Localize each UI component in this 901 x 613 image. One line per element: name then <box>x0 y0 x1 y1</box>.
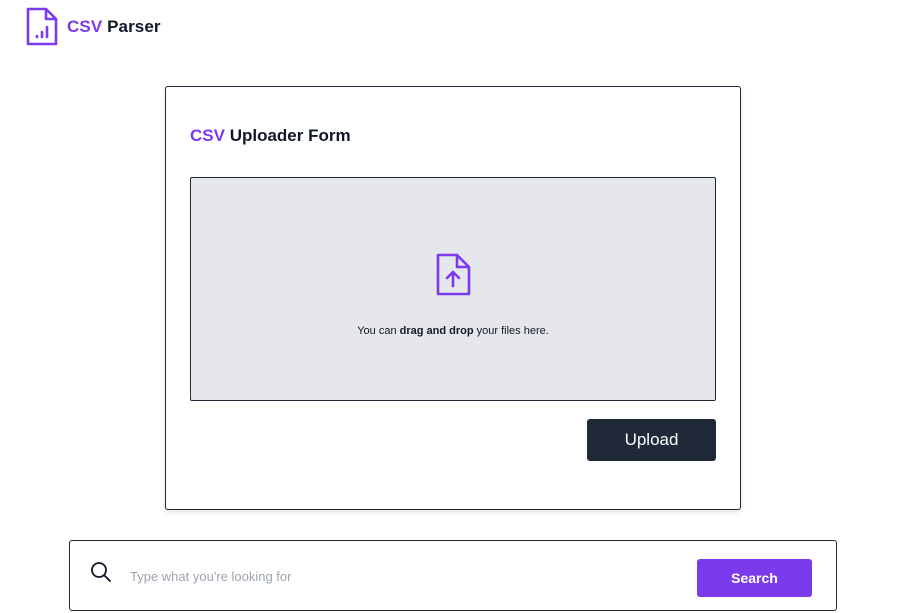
search-input[interactable] <box>130 565 610 587</box>
brand[interactable]: CSV Parser <box>25 6 161 47</box>
document-upload-icon <box>436 253 471 296</box>
search-button[interactable]: Search <box>697 559 812 597</box>
document-chart-icon <box>26 7 58 46</box>
form-title-rest: Uploader Form <box>224 126 351 145</box>
app-name: CSV Parser <box>67 17 161 37</box>
upload-button[interactable]: Upload <box>587 419 716 461</box>
search-bar: Search <box>69 540 837 611</box>
app-name-accent: CSV <box>67 16 103 36</box>
dropzone-instructions: You can drag and drop your files here. <box>191 325 715 337</box>
dropzone-text-bold: drag and drop <box>399 325 474 337</box>
dropzone-text-pre: You can <box>357 325 400 337</box>
form-title: CSV Uploader Form <box>190 126 351 146</box>
form-title-accent: CSV <box>190 126 225 145</box>
search-icon <box>91 562 111 582</box>
csv-uploader-form: CSV Uploader Form You can drag and drop … <box>165 86 741 510</box>
file-dropzone[interactable]: You can drag and drop your files here. <box>190 177 716 401</box>
dropzone-text-post: your files here. <box>473 325 549 337</box>
app-name-rest: Parser <box>102 16 161 36</box>
